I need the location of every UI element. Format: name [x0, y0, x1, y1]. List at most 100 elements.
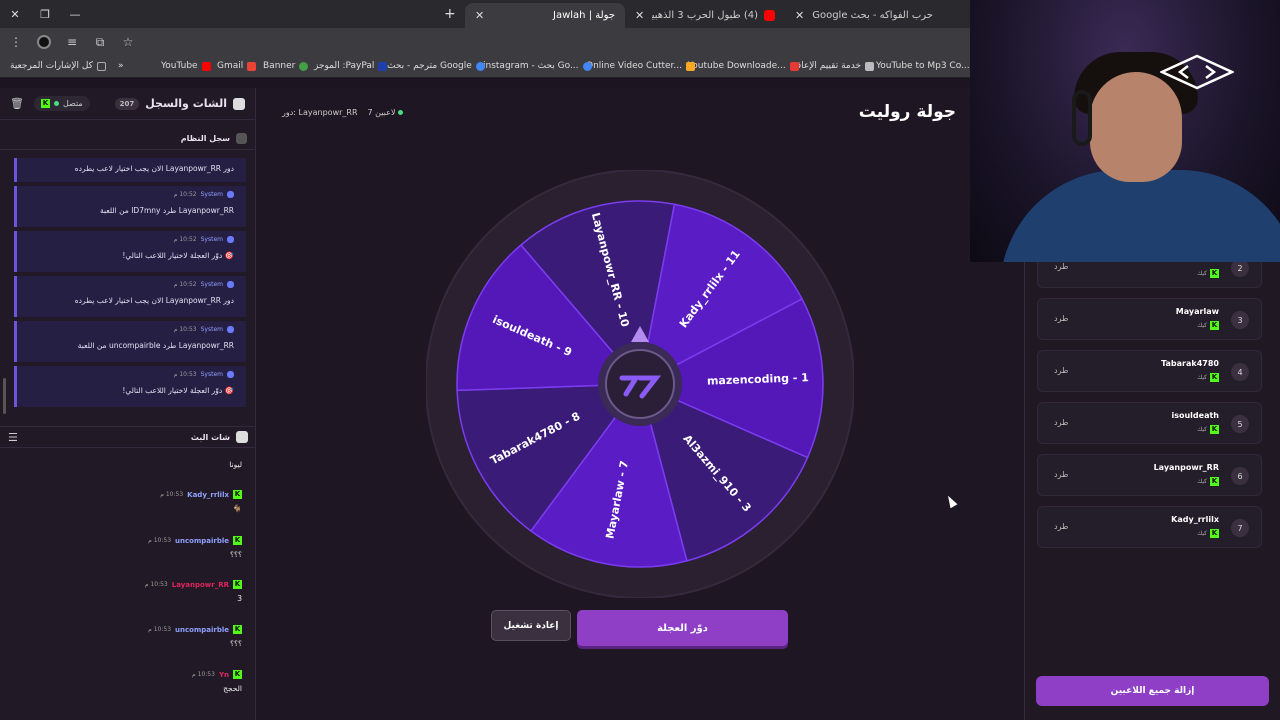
bookmark-item[interactable]: instagram - بحث Go... [483, 61, 592, 71]
chat-message: ليونا [229, 460, 242, 469]
kick-player-button[interactable]: طرد [1054, 418, 1068, 427]
system-icon [227, 236, 234, 243]
system-icon [227, 371, 234, 378]
google-icon [582, 61, 592, 71]
log-entry: System 10:52 م Layanpowr_RR طرد ID7mny من… [14, 186, 246, 227]
player-card: 7 Kady_rrlilx كيك K طرد [1037, 506, 1262, 548]
chat-title: 207 الشات والسجل [114, 97, 245, 110]
filter-icon[interactable]: ☰ [8, 431, 18, 444]
chat-panel: 🗑 K متصل 207 الشات والسجل سجل النظام دور… [0, 88, 256, 720]
player-card: 5 isouldeath كيك K طرد [1037, 402, 1262, 444]
minimize-window-icon[interactable]: — [60, 0, 90, 28]
bookmark-item[interactable]: Gmail [217, 61, 257, 71]
kick-icon: K [1210, 373, 1219, 382]
browser-toolbar: ⋮ ≡ ⧉ ☆ [0, 28, 970, 56]
player-name: isouldeath [1171, 411, 1219, 420]
restore-window-icon[interactable]: ❐ [30, 0, 60, 28]
tab-youtube[interactable]: ✕ (4) طبول الحرب 3 الذهبية بالمشا... [625, 3, 785, 28]
kick-player-button[interactable]: طرد [1054, 366, 1068, 375]
info-icon [236, 133, 247, 144]
stream-chat-messages: ليونا K Kady_rrlilx 10:53 م 🐐 Kuncompairbl… [0, 448, 256, 720]
bookmark-item[interactable]: Online Video Cutter... [586, 61, 696, 71]
chat-message: K Kady_rrlilx 10:53 م 🐐 [160, 490, 242, 513]
youtube-icon [764, 10, 775, 21]
youtube-icon [201, 61, 211, 71]
kick-icon: K [1210, 321, 1219, 330]
log-scrollbar[interactable] [3, 378, 6, 414]
bookmark-favicon [299, 61, 309, 71]
game-status: دور: Layanpowr_RR 7 لاعبين [282, 108, 404, 117]
kick-icon: K [233, 490, 242, 499]
playlist-icon[interactable]: ≡ [60, 30, 84, 54]
player-card: 6 Layanpowr_RR كيك K طرد [1037, 454, 1262, 496]
log-entry: System 10:53 م Layanpowr_RR طرد uncompair… [14, 321, 246, 362]
close-tab-icon[interactable]: ✕ [795, 9, 804, 22]
screen: ✕ ❐ — + ✕ جولة | Jawlah ✕ (4) طبول الحرب… [0, 0, 1280, 720]
tab-title: حرب الفواكه - بحث Google [812, 10, 933, 21]
player-platform: كيك K [1197, 321, 1219, 330]
bookmark-item[interactable]: YouTube to Mp3 Co... [876, 61, 983, 71]
player-number: 3 [1231, 311, 1249, 329]
reset-button[interactable]: إعادة تشغيل [491, 610, 571, 641]
tab-google[interactable]: ✕ حرب الفواكه - بحث Google [785, 3, 945, 28]
bookmark-star-icon[interactable]: ☆ [116, 30, 140, 54]
kick-player-button[interactable]: طرد [1054, 262, 1068, 271]
close-tab-icon[interactable]: ✕ [635, 9, 644, 22]
extensions-icon[interactable]: ⧉ [88, 30, 112, 54]
bookmarks-bar: YouTube to Mp3 Co... خدمة تقييم الإعاقة … [0, 56, 983, 78]
remove-all-players-button[interactable]: إزالة جميع اللاعبين [1036, 676, 1269, 706]
chat-icon [233, 97, 245, 110]
kick-player-button[interactable]: طرد [1054, 470, 1068, 479]
kick-icon: K [1210, 269, 1219, 278]
kick-icon: K [233, 536, 242, 545]
bookmark-item[interactable]: مترجم - بحث Google [387, 61, 485, 71]
kick-icon: K [233, 580, 242, 589]
player-card: 3 Mayarlaw كيك K طرد [1037, 298, 1262, 340]
kick-icon: K [233, 670, 242, 679]
tab-jawlah[interactable]: ✕ جولة | Jawlah [465, 3, 625, 28]
chat-message: K Layanpowr_RR 10:53 م 3 [144, 580, 242, 603]
webcam-overlay [970, 0, 1280, 262]
more-bookmarks-button[interactable]: » [118, 61, 124, 71]
kick-player-button[interactable]: طرد [1054, 314, 1068, 323]
mouse-cursor [944, 493, 958, 509]
chat-message: K Yn 10:53 م الحجج [192, 670, 242, 693]
bookmark-item[interactable]: خدمة تقييم الإعاقة [792, 61, 875, 71]
bookmark-item[interactable]: YouTube [161, 61, 211, 71]
roulette-wheel[interactable]: mazencoding - 1 Al3azmi_910 - 3 Mayarlaw -… [425, 169, 855, 599]
trash-icon[interactable]: 🗑 [10, 97, 24, 110]
player-number: 4 [1231, 363, 1249, 381]
new-tab-icon[interactable]: + [444, 6, 456, 22]
online-status: K متصل [33, 96, 90, 111]
players-count: 7 لاعبين [367, 108, 396, 117]
page-title: جولة روليت [858, 102, 956, 122]
all-bookmarks-item[interactable]: كل الإشارات المرجعية [10, 61, 106, 71]
bookmark-item[interactable]: الموجز :PayPal [314, 61, 388, 71]
close-tab-icon[interactable]: ✕ [475, 9, 484, 22]
kick-player-button[interactable]: طرد [1054, 522, 1068, 531]
chat-header: 🗑 K متصل 207 الشات والسجل [0, 88, 255, 120]
bookmark-item[interactable]: Youtube Downloade... [688, 61, 799, 71]
online-dot [398, 110, 404, 115]
spin-button[interactable]: دوّر العجلة [577, 610, 788, 646]
player-number: 7 [1231, 519, 1249, 537]
google-icon [475, 61, 485, 71]
bookmark-favicon [865, 61, 875, 71]
player-number: 6 [1231, 467, 1249, 485]
channel-logo-icon [1160, 54, 1234, 90]
close-window-icon[interactable]: ✕ [0, 0, 30, 28]
tab-title: (4) طبول الحرب 3 الذهبية بالمشا... [652, 10, 758, 21]
bookmark-item[interactable]: Banner [263, 61, 309, 71]
player-name: Tabarak4780 [1161, 359, 1219, 368]
tab-title: جولة | Jawlah [553, 10, 615, 21]
player-platform: كيك K [1197, 477, 1219, 486]
kick-icon: K [1210, 425, 1219, 434]
headset-icon [1072, 90, 1092, 146]
system-icon [227, 191, 234, 198]
chat-message: Kuncompairble 10:53 م ؟؟؟ [148, 536, 242, 559]
kick-icon: K [1210, 477, 1219, 486]
player-number: 5 [1231, 415, 1249, 433]
player-name: Mayarlaw [1175, 307, 1219, 316]
profile-avatar-icon[interactable] [32, 30, 56, 54]
menu-dots-icon[interactable]: ⋮ [4, 30, 28, 54]
